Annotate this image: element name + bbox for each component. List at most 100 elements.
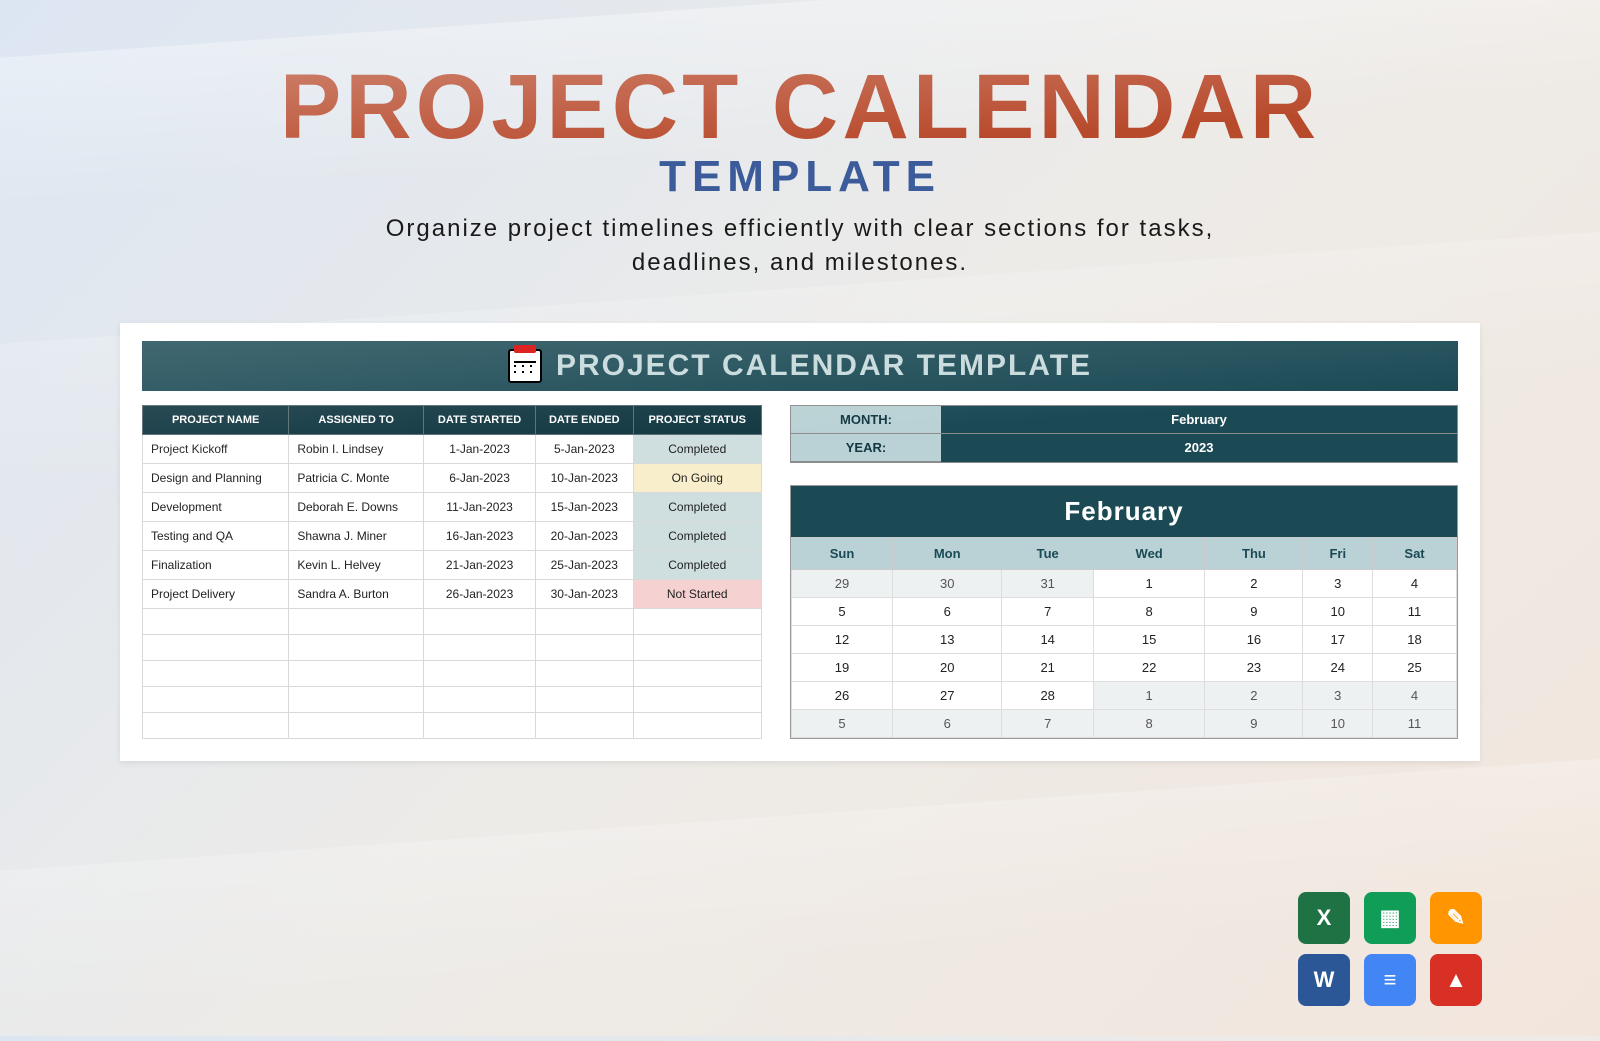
cell-status: Completed xyxy=(633,551,762,580)
calendar-day-cell: 1 xyxy=(1093,682,1204,710)
calendar-day-cell: 2 xyxy=(1205,682,1303,710)
calendar-day-cell: 2 xyxy=(1205,570,1303,598)
cell-project-name: Testing and QA xyxy=(143,522,289,551)
cell-project-name: Project Delivery xyxy=(143,580,289,609)
calendar-week-row: 12131415161718 xyxy=(792,626,1457,654)
calendar-day-header: Sun xyxy=(792,538,893,570)
calendar-day-cell: 27 xyxy=(892,682,1001,710)
calendar-day-cell: 7 xyxy=(1002,598,1093,626)
cell-project-name: Development xyxy=(143,493,289,522)
description-line: Organize project timelines efficiently w… xyxy=(386,215,1215,242)
calendar-day-header: Mon xyxy=(892,538,1001,570)
table-row-empty xyxy=(143,687,762,713)
calendar-day-cell: 6 xyxy=(892,598,1001,626)
calendar-day-cell: 5 xyxy=(792,710,893,738)
calendar-day-cell: 10 xyxy=(1303,598,1373,626)
cell-date-ended: 20-Jan-2023 xyxy=(536,522,633,551)
cell-project-name: Finalization xyxy=(143,551,289,580)
calendar-day-cell: 13 xyxy=(892,626,1001,654)
table-row-empty xyxy=(143,661,762,687)
cell-date-started: 16-Jan-2023 xyxy=(424,522,536,551)
calendar-day-cell: 26 xyxy=(792,682,893,710)
table-row: FinalizationKevin L. Helvey21-Jan-202325… xyxy=(143,551,762,580)
cell-date-ended: 25-Jan-2023 xyxy=(536,551,633,580)
cell-assigned-to: Shawna J. Miner xyxy=(289,522,424,551)
calendar-week-row: 2930311234 xyxy=(792,570,1457,598)
table-row: Project DeliverySandra A. Burton26-Jan-2… xyxy=(143,580,762,609)
year-value: 2023 xyxy=(941,434,1457,462)
year-label: YEAR: xyxy=(791,434,941,462)
calendar-day-cell: 4 xyxy=(1373,682,1457,710)
calendar-day-cell: 21 xyxy=(1002,654,1093,682)
apple-pages-icon[interactable]: ✎ xyxy=(1430,892,1482,944)
calendar-day-header: Fri xyxy=(1303,538,1373,570)
calendar-day-cell: 23 xyxy=(1205,654,1303,682)
calendar-day-cell: 29 xyxy=(792,570,893,598)
calendar-day-cell: 6 xyxy=(892,710,1001,738)
cell-date-started: 11-Jan-2023 xyxy=(424,493,536,522)
table-row: DevelopmentDeborah E. Downs11-Jan-202315… xyxy=(143,493,762,522)
calendar-day-cell: 10 xyxy=(1303,710,1373,738)
pdf-icon[interactable]: ▲ xyxy=(1430,954,1482,1006)
description-line: deadlines, and milestones. xyxy=(632,249,968,276)
cell-date-started: 6-Jan-2023 xyxy=(424,464,536,493)
calendar-day-cell: 3 xyxy=(1303,570,1373,598)
cell-status: Completed xyxy=(633,493,762,522)
cell-assigned-to: Deborah E. Downs xyxy=(289,493,424,522)
table-row: Testing and QAShawna J. Miner16-Jan-2023… xyxy=(143,522,762,551)
excel-icon[interactable]: X xyxy=(1298,892,1350,944)
cell-assigned-to: Kevin L. Helvey xyxy=(289,551,424,580)
calendar-day-cell: 4 xyxy=(1373,570,1457,598)
cell-assigned-to: Sandra A. Burton xyxy=(289,580,424,609)
mini-calendar-title: February xyxy=(791,486,1457,537)
calendar-week-row: 19202122232425 xyxy=(792,654,1457,682)
cell-status: Not Started xyxy=(633,580,762,609)
calendar-day-cell: 11 xyxy=(1373,598,1457,626)
calendar-day-cell: 17 xyxy=(1303,626,1373,654)
word-icon[interactable]: W xyxy=(1298,954,1350,1006)
calendar-week-row: 2627281234 xyxy=(792,682,1457,710)
calendar-day-cell: 20 xyxy=(892,654,1001,682)
calendar-day-header: Thu xyxy=(1205,538,1303,570)
calendar-day-cell: 8 xyxy=(1093,598,1204,626)
table-row-empty xyxy=(143,713,762,739)
table-row-empty xyxy=(143,609,762,635)
calendar-day-cell: 31 xyxy=(1002,570,1093,598)
calendar-day-cell: 16 xyxy=(1205,626,1303,654)
cell-date-ended: 15-Jan-2023 xyxy=(536,493,633,522)
google-sheets-icon[interactable]: ▦ xyxy=(1364,892,1416,944)
calendar-day-cell: 28 xyxy=(1002,682,1093,710)
calendar-day-cell: 25 xyxy=(1373,654,1457,682)
calendar-day-cell: 19 xyxy=(792,654,893,682)
cell-date-started: 21-Jan-2023 xyxy=(424,551,536,580)
google-docs-icon[interactable]: ≡ xyxy=(1364,954,1416,1006)
calendar-week-row: 567891011 xyxy=(792,598,1457,626)
cell-date-started: 26-Jan-2023 xyxy=(424,580,536,609)
calendar-day-cell: 14 xyxy=(1002,626,1093,654)
cell-status: Completed xyxy=(633,522,762,551)
calendar-day-cell: 24 xyxy=(1303,654,1373,682)
calendar-day-cell: 1 xyxy=(1093,570,1204,598)
calendar-icon xyxy=(508,349,542,383)
calendar-day-cell: 3 xyxy=(1303,682,1373,710)
calendar-day-cell: 22 xyxy=(1093,654,1204,682)
calendar-day-header: Wed xyxy=(1093,538,1204,570)
calendar-day-cell: 12 xyxy=(792,626,893,654)
calendar-day-cell: 8 xyxy=(1093,710,1204,738)
calendar-day-cell: 9 xyxy=(1205,598,1303,626)
calendar-day-header: Sat xyxy=(1373,538,1457,570)
cell-date-ended: 10-Jan-2023 xyxy=(536,464,633,493)
calendar-day-cell: 7 xyxy=(1002,710,1093,738)
calendar-day-cell: 30 xyxy=(892,570,1001,598)
calendar-day-cell: 9 xyxy=(1205,710,1303,738)
table-row-empty xyxy=(143,635,762,661)
calendar-day-cell: 18 xyxy=(1373,626,1457,654)
mini-calendar: February SunMonTueWedThuFriSat 293031123… xyxy=(790,485,1458,739)
calendar-day-header: Tue xyxy=(1002,538,1093,570)
format-icons: X ▦ ✎ W ≡ ▲ xyxy=(1298,892,1482,1006)
calendar-day-cell: 5 xyxy=(792,598,893,626)
calendar-week-row: 567891011 xyxy=(792,710,1457,738)
cell-date-ended: 30-Jan-2023 xyxy=(536,580,633,609)
cell-status: On Going xyxy=(633,464,762,493)
calendar-day-cell: 11 xyxy=(1373,710,1457,738)
